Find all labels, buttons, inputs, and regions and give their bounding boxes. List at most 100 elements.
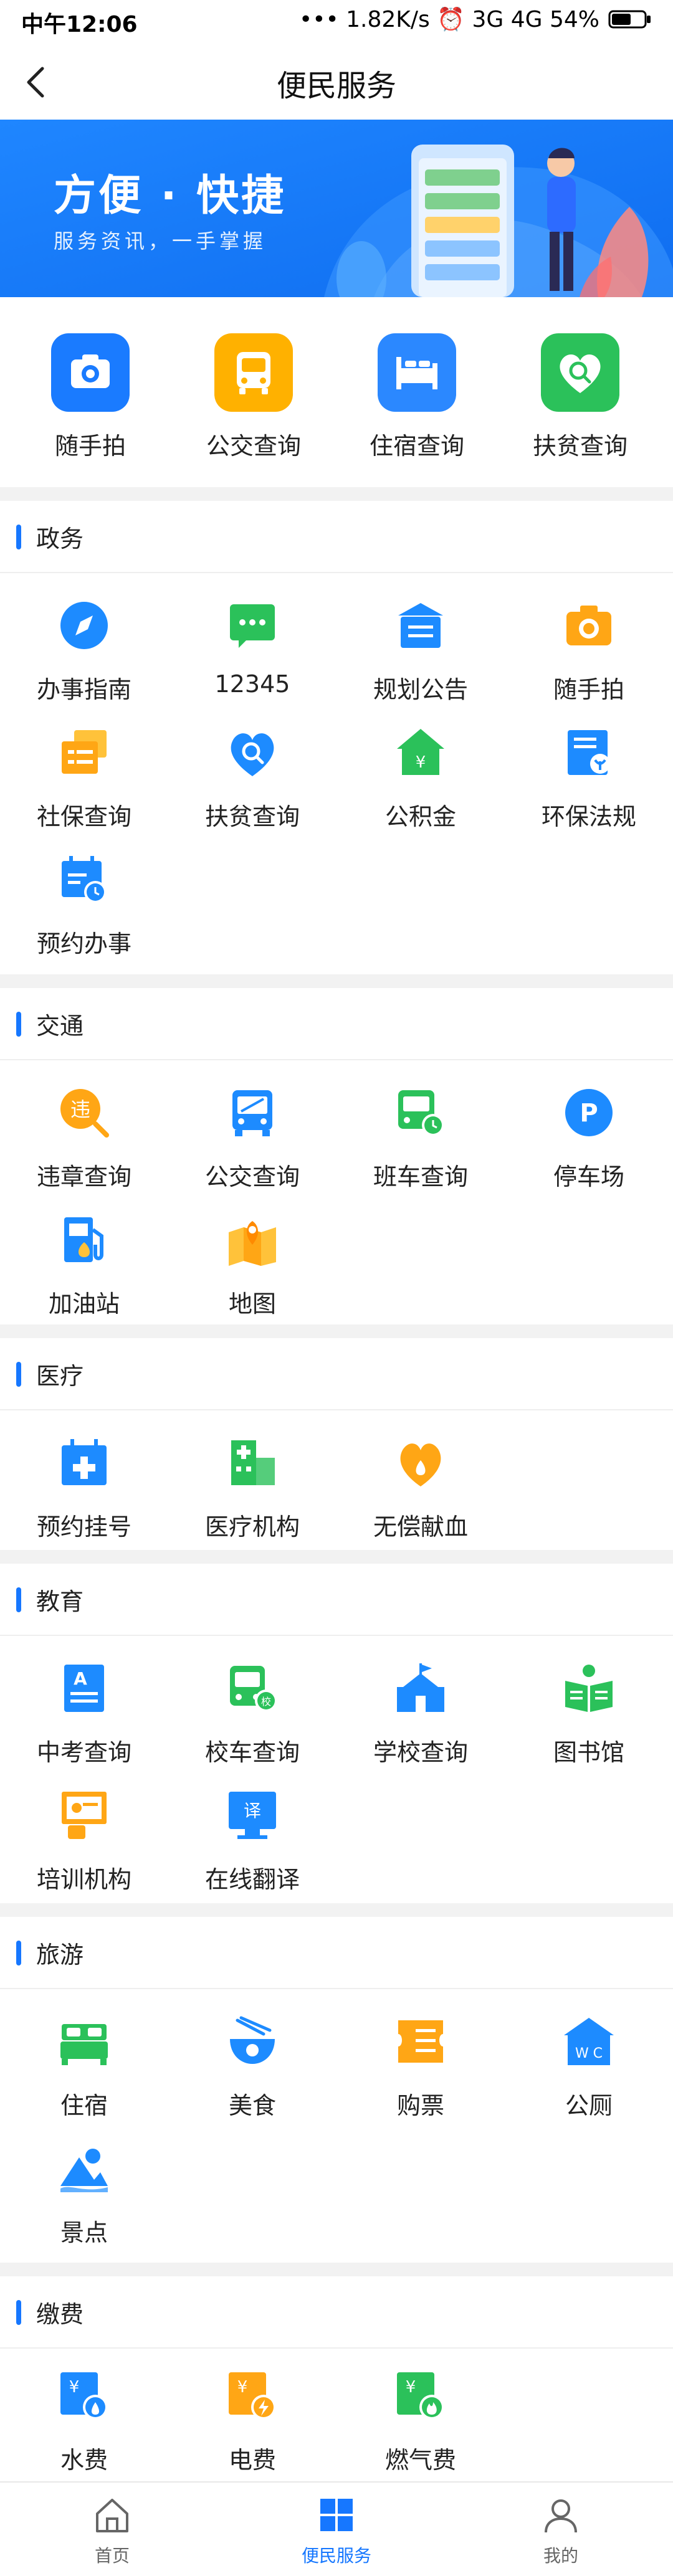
service-item-toilet[interactable]: W C 公厕: [505, 2015, 673, 2121]
food-icon: [230, 2016, 275, 2064]
section-accent-bar: [16, 1587, 21, 1612]
service-label: 环保法规: [541, 803, 636, 830]
service-label: 办事指南: [36, 676, 131, 703]
service-item-violation[interactable]: 违 违章查询: [0, 1086, 168, 1192]
service-item-electric-bill[interactable]: ¥ 电费: [168, 2370, 336, 2475]
fund-house-icon: ¥: [397, 729, 444, 775]
service-item-poverty[interactable]: 扶贫查询: [168, 726, 336, 832]
service-item-water-bill[interactable]: ¥ 水费: [0, 2370, 168, 2475]
service-label: 公厕: [565, 2092, 613, 2119]
scenic-icon: [60, 2149, 108, 2192]
quick-item-camera[interactable]: 随手拍: [6, 333, 174, 461]
service-item-exam[interactable]: A 中考查询: [0, 1662, 168, 1767]
banner-subtitle: 服务资讯，一手掌握: [54, 229, 267, 253]
section-accent-bar: [16, 1362, 21, 1387]
quick-label: 住宿查询: [369, 432, 464, 460]
service-label: 美食: [228, 2092, 276, 2119]
section-divider: [0, 1324, 673, 1338]
section-medical: 医疗 预约挂号 医疗机构 无偿献血: [0, 1338, 673, 1550]
section-accent-bar: [16, 2300, 21, 2325]
quick-label: 公交查询: [206, 432, 301, 460]
service-label: 水费: [60, 2446, 108, 2474]
quick-label: 扶贫查询: [532, 432, 628, 460]
service-item-training[interactable]: 培训机构: [0, 1789, 168, 1894]
quick-item-lodging[interactable]: 住宿查询: [333, 333, 501, 461]
map-icon: [229, 1221, 276, 1266]
quick-actions: 随手拍 公交查询 住宿查询 扶贫查询: [0, 297, 673, 487]
service-item-planning-notice[interactable]: 规划公告: [336, 599, 505, 705]
heart-search-icon: [231, 733, 274, 776]
service-item-library[interactable]: 图书馆: [505, 1662, 673, 1767]
tab-label: 便民服务: [301, 2545, 371, 2566]
section-title: 医疗: [36, 1362, 84, 1390]
service-item-map[interactable]: 地图: [168, 1214, 336, 1319]
service-item-registration[interactable]: 预约挂号: [0, 1437, 168, 1542]
service-item-camera[interactable]: 随手拍: [505, 599, 673, 705]
service-item-bus[interactable]: 公交查询: [168, 1086, 336, 1192]
calendar-clock-icon: [62, 856, 107, 903]
bottom-tab-bar: 首页 便民服务 我的: [0, 2481, 673, 2576]
section-title: 政务: [36, 525, 84, 553]
section-title: 教育: [36, 1588, 84, 1615]
water-bill-icon: ¥: [60, 2372, 108, 2420]
quick-item-bus[interactable]: 公交查询: [169, 333, 338, 461]
user-icon: [545, 2499, 577, 2533]
service-item-lodging[interactable]: 住宿: [0, 2015, 168, 2121]
service-item-scenic[interactable]: 景点: [0, 2142, 168, 2248]
service-item-gas-bill[interactable]: ¥ 燃气费: [336, 2370, 505, 2475]
service-item-guide[interactable]: 办事指南: [0, 599, 168, 705]
tab-services[interactable]: 便民服务: [224, 2495, 449, 2567]
svg-text:¥: ¥: [237, 2378, 248, 2397]
nav-bar: 便民服务: [0, 45, 673, 120]
training-icon: [62, 1792, 107, 1839]
tab-home[interactable]: 首页: [0, 2495, 224, 2567]
heart-search-icon: [541, 333, 619, 412]
service-item-ticket[interactable]: 购票: [336, 2015, 505, 2121]
tab-label: 首页: [94, 2545, 130, 2566]
service-label: 校车查询: [204, 1739, 300, 1766]
service-item-appointment[interactable]: 预约办事: [0, 853, 168, 959]
svg-text:¥: ¥: [69, 2378, 80, 2397]
svg-text:违: 违: [70, 1098, 90, 1121]
service-label: 医疗机构: [204, 1513, 300, 1541]
service-item-hospital[interactable]: 医疗机构: [168, 1437, 336, 1542]
service-item-housing-fund[interactable]: ¥ 公积金: [336, 726, 505, 832]
medical-calendar-icon: [62, 1439, 107, 1485]
service-label: 培训机构: [36, 1866, 131, 1893]
service-item-eco-regulation[interactable]: 环保法规: [505, 726, 673, 832]
service-item-12345[interactable]: 12345: [168, 599, 336, 698]
bed-icon: [378, 333, 456, 412]
service-label: 加油站: [48, 1290, 120, 1318]
service-item-translate[interactable]: 译 在线翻译: [168, 1789, 336, 1894]
section-divider: [0, 1903, 673, 1917]
service-label: 随手拍: [553, 676, 624, 703]
compass-icon: [60, 602, 108, 649]
hero-banner[interactable]: 方便 · 快捷 服务资讯，一手掌握: [0, 120, 673, 297]
tab-profile[interactable]: 我的: [449, 2495, 673, 2567]
service-item-gas-station[interactable]: 加油站: [0, 1214, 168, 1319]
service-item-food[interactable]: 美食: [168, 2015, 336, 2121]
service-label: 违章查询: [36, 1163, 131, 1191]
service-item-school-bus[interactable]: 校 校车查询: [168, 1662, 336, 1767]
blood-drop-icon: [400, 1443, 441, 1486]
service-item-social-security[interactable]: 社保查询: [0, 726, 168, 832]
page-title: 便民服务: [276, 69, 396, 103]
svg-text:译: 译: [244, 1800, 261, 1821]
eco-regulation-icon: [568, 730, 610, 775]
school-bus-icon: 校: [230, 1666, 277, 1712]
battery-icon: [608, 10, 651, 29]
section-header: 缴费: [0, 2276, 673, 2349]
parking-icon: P: [565, 1089, 613, 1136]
service-item-shuttle[interactable]: 班车查询: [336, 1086, 505, 1192]
service-label: 预约办事: [36, 930, 131, 958]
svg-text:¥: ¥: [406, 2378, 416, 2397]
service-item-blood-donation[interactable]: 无偿献血: [336, 1437, 505, 1542]
service-item-parking[interactable]: P 停车场: [505, 1086, 673, 1192]
section-header: 政务: [0, 501, 673, 573]
status-time: 中午12:06: [21, 12, 138, 37]
service-label: 12345: [214, 670, 290, 698]
quick-item-poverty[interactable]: 扶贫查询: [496, 333, 664, 461]
status-indicators: ••• 1.82K/s ⏰ 3G 4G 54%: [299, 6, 652, 32]
service-item-school[interactable]: 学校查询: [336, 1662, 505, 1767]
svg-text:校: 校: [261, 1696, 271, 1708]
